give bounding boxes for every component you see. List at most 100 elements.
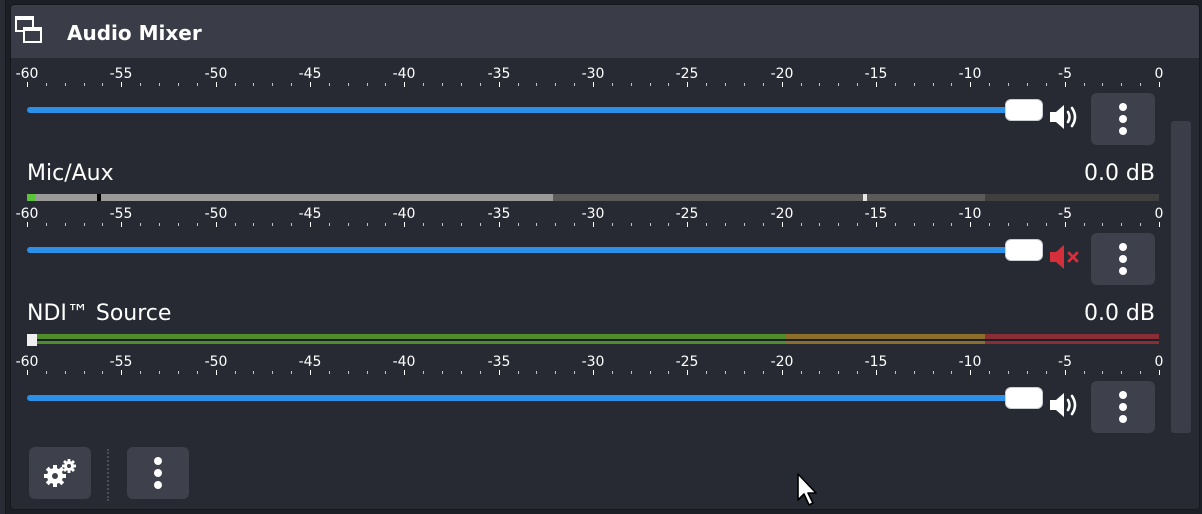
scale-tick	[857, 223, 858, 226]
vertical-dots-icon-dot	[1119, 415, 1127, 423]
scale-tick	[687, 82, 688, 87]
channel-menu-button[interactable]	[1091, 93, 1155, 145]
scale-tick	[216, 82, 217, 87]
scale-tick	[933, 223, 934, 226]
scale-tick	[876, 222, 877, 227]
scale-tick	[1084, 83, 1085, 86]
scale-tick	[687, 370, 688, 375]
scale-tick	[404, 370, 405, 375]
dock-window-icon[interactable]	[15, 15, 43, 45]
scale-tick	[801, 223, 802, 226]
vertical-scrollbar[interactable]	[1171, 121, 1191, 433]
scale-tick	[1102, 83, 1103, 86]
speaker-icon[interactable]	[1047, 101, 1083, 133]
scale-label: -50	[204, 206, 228, 222]
scale-tick	[574, 371, 575, 374]
scale-label: -50	[204, 354, 228, 370]
scale-tick	[404, 82, 405, 87]
scale-tick	[819, 83, 820, 86]
volume-meter-mic-aux	[27, 194, 1159, 201]
scale-tick	[989, 371, 990, 374]
scale-tick	[235, 83, 236, 86]
vertical-dots-icon-dot	[154, 469, 162, 477]
volume-slider-track[interactable]	[27, 247, 1027, 253]
panel-header: Audio Mixer	[11, 5, 1199, 58]
scale-label: -20	[770, 354, 794, 370]
scale-tick	[838, 223, 839, 226]
volume-slider-handle[interactable]	[1005, 239, 1043, 261]
volume-slider[interactable]	[27, 239, 1043, 261]
scale-tick	[84, 83, 85, 86]
scale-label: -45	[298, 354, 322, 370]
speaker-muted-icon[interactable]	[1047, 241, 1083, 273]
scale-tick	[555, 371, 556, 374]
mixer-menu-button[interactable]	[127, 447, 189, 499]
scale-tick	[1008, 371, 1009, 374]
scale-tick	[385, 371, 386, 374]
scale-tick	[801, 371, 802, 374]
scale-tick	[951, 223, 952, 226]
channel-menu-button[interactable]	[1091, 233, 1155, 285]
scale-tick	[102, 223, 103, 226]
volume-slider[interactable]	[27, 387, 1043, 409]
scale-tick	[480, 371, 481, 374]
scale-tick	[895, 83, 896, 86]
volume-slider-handle[interactable]	[1005, 99, 1043, 121]
scale-tick	[1102, 371, 1103, 374]
vertical-dots-icon-dot	[1119, 115, 1127, 123]
scale-tick	[140, 83, 141, 86]
scale-tick	[518, 371, 519, 374]
vertical-dots-icon	[1119, 391, 1127, 399]
volume-slider[interactable]	[27, 99, 1043, 121]
scale-tick	[518, 223, 519, 226]
scale-label: -5	[1058, 66, 1072, 82]
scale-tick	[1027, 223, 1028, 226]
scale-tick	[461, 83, 462, 86]
scale-tick	[782, 82, 783, 87]
scale-label: -25	[675, 206, 699, 222]
scale-tick	[480, 223, 481, 226]
scale-tick	[423, 371, 424, 374]
scale-tick	[574, 223, 575, 226]
scale-tick	[706, 223, 707, 226]
scale-label: 0	[1154, 354, 1164, 370]
scale-tick	[140, 223, 141, 226]
meter-yellow-zone	[553, 194, 985, 201]
scale-tick	[650, 83, 651, 86]
scale-label: -20	[770, 206, 794, 222]
scale-tick	[536, 371, 537, 374]
scale-tick	[102, 83, 103, 86]
scale-tick	[84, 371, 85, 374]
scale-tick	[385, 83, 386, 86]
volume-slider-handle[interactable]	[1005, 387, 1043, 409]
scale-tick	[121, 370, 122, 375]
advanced-audio-settings-button[interactable]	[29, 447, 91, 499]
volume-slider-track[interactable]	[27, 107, 1027, 113]
scale-tick	[329, 371, 330, 374]
scale-tick	[499, 370, 500, 375]
scale-tick	[102, 371, 103, 374]
scale-tick	[876, 82, 877, 87]
scale-tick	[914, 223, 915, 226]
scale-label: -30	[581, 354, 605, 370]
scale-tick	[744, 223, 745, 226]
scale-tick	[423, 223, 424, 226]
scale-tick	[442, 83, 443, 86]
scale-tick	[1084, 371, 1085, 374]
scale-label: -5	[1058, 206, 1072, 222]
vertical-dots-icon	[1119, 103, 1127, 111]
scale-tick	[593, 370, 594, 375]
speaker-icon[interactable]	[1047, 389, 1083, 421]
scale-tick	[763, 83, 764, 86]
scale-tick	[46, 83, 47, 86]
channel-menu-button[interactable]	[1091, 381, 1155, 433]
mouse-cursor-icon	[797, 473, 817, 506]
scale-tick	[197, 371, 198, 374]
scale-label: 0	[1154, 206, 1164, 222]
scale-tick	[272, 371, 273, 374]
volume-slider-track[interactable]	[27, 395, 1027, 401]
scale-label: -55	[109, 206, 133, 222]
scale-tick	[631, 223, 632, 226]
scale-tick	[348, 371, 349, 374]
scale-tick	[970, 222, 971, 227]
